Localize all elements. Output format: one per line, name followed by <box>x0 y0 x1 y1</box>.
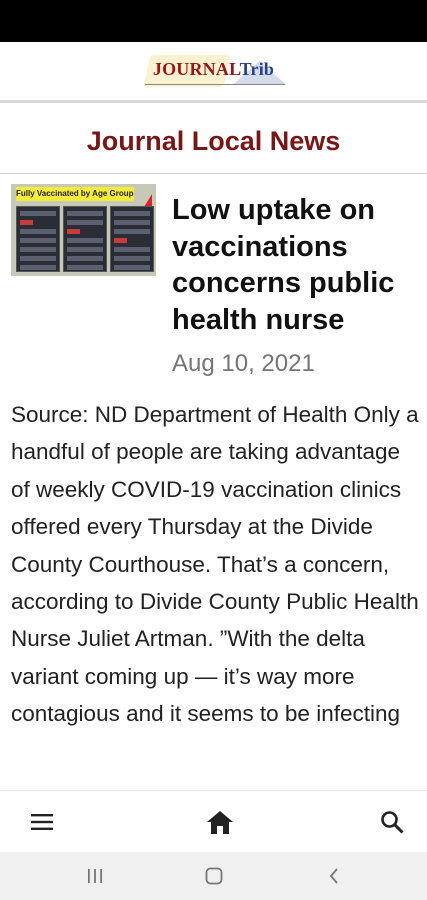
thumbnail-table <box>63 206 107 272</box>
recent-apps-icon <box>88 869 102 883</box>
home-circle-icon <box>205 867 223 885</box>
system-home-button[interactable] <box>190 852 238 900</box>
thumbnail-caption: Fully Vaccinated by Age Groups <box>16 187 134 201</box>
recent-apps-button[interactable] <box>71 852 119 900</box>
logo-underline <box>144 84 285 85</box>
system-back-button[interactable] <box>310 852 358 900</box>
section-title: Journal Local News <box>86 126 341 156</box>
logo-text: JOURNALTrib <box>139 59 289 80</box>
journaltrib-logo[interactable]: JOURNALTrib <box>139 51 289 91</box>
thumbnail-table <box>110 206 154 272</box>
logo-journal-text: JOURNAL <box>152 59 240 79</box>
search-button[interactable] <box>362 791 422 853</box>
status-bar <box>0 0 427 42</box>
back-icon <box>329 868 338 884</box>
app-header: JOURNALTrib <box>0 42 427 100</box>
home-icon <box>207 810 233 834</box>
article-thumbnail[interactable]: Fully Vaccinated by Age Groups <box>11 184 156 276</box>
logo-trib-text: Trib <box>239 59 275 79</box>
article-date: Aug 10, 2021 <box>172 350 315 377</box>
section-divider <box>0 173 427 174</box>
search-icon <box>381 811 404 834</box>
system-navigation-bar <box>0 852 427 900</box>
article-body: Source: ND Department of Health Only a h… <box>11 402 419 727</box>
header-divider <box>0 100 427 103</box>
menu-icon <box>31 814 53 830</box>
home-button[interactable] <box>190 791 250 853</box>
bottom-navigation <box>0 790 427 853</box>
article-headline[interactable]: Low uptake on vaccinations concerns publ… <box>172 192 417 338</box>
thumbnail-table <box>16 206 60 272</box>
menu-button[interactable] <box>12 791 72 853</box>
